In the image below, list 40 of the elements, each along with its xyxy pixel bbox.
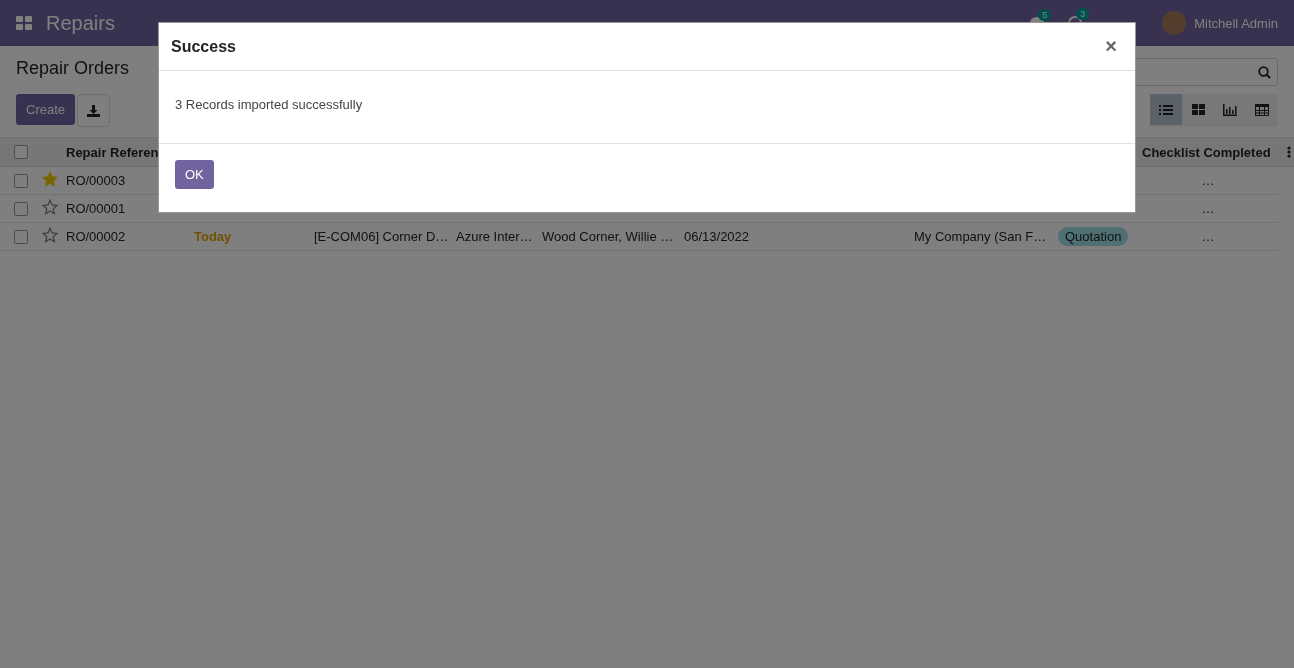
status-badge: Quotation — [1058, 227, 1129, 246]
table-cell: Azure Inter… — [456, 229, 533, 244]
table-cell: RO/00002 — [66, 229, 126, 244]
message-count: 5 — [1038, 9, 1052, 21]
view-switch-button[interactable] — [1150, 94, 1182, 125]
app-title: Repairs — [46, 11, 115, 35]
table-cell: [E-COM06] Corner D… — [314, 229, 449, 244]
table-cell: RO/00003 — [66, 173, 126, 188]
list-view-icon — [1159, 103, 1173, 116]
filled-star-icon[interactable] — [42, 171, 58, 187]
download-icon — [87, 104, 101, 117]
dialog-message: 3 Records imported successfully — [175, 97, 363, 112]
star-icon[interactable] — [42, 227, 58, 243]
table-cell: RO/00001 — [66, 201, 126, 216]
checkbox[interactable] — [14, 229, 28, 244]
activity-count: 3 — [1076, 8, 1090, 20]
search-icon — [1258, 65, 1271, 79]
apps-menu-icon[interactable] — [16, 16, 32, 30]
checkbox[interactable] — [14, 173, 28, 188]
table-cell: … — [1201, 173, 1215, 188]
user-menu[interactable]: Mitchell Admin — [1194, 15, 1278, 31]
checkbox[interactable] — [14, 145, 28, 159]
create-button[interactable]: Create — [16, 94, 76, 125]
dialog-title: Success — [171, 37, 237, 56]
table-cell: My Company (San F… — [914, 229, 1047, 244]
table-cell: … — [1201, 229, 1215, 244]
close-button[interactable]: × — [1099, 35, 1123, 58]
table-view-icon — [1255, 103, 1269, 116]
bar-chart-icon — [1223, 103, 1237, 116]
checkbox[interactable] — [14, 201, 28, 216]
table-cell: … — [1201, 201, 1215, 216]
table-cell: Wood Corner, Willie … — [542, 229, 674, 244]
ok-button[interactable]: OK — [175, 160, 214, 189]
page-title: Repair Orders — [16, 58, 131, 80]
kebab-menu-icon[interactable] — [1287, 146, 1291, 158]
grid-view-icon — [1191, 103, 1205, 116]
download-button[interactable] — [77, 94, 111, 127]
table-cell: Today — [194, 229, 232, 244]
table-cell: 06/13/2022 — [684, 229, 750, 244]
star-icon[interactable] — [42, 199, 58, 215]
